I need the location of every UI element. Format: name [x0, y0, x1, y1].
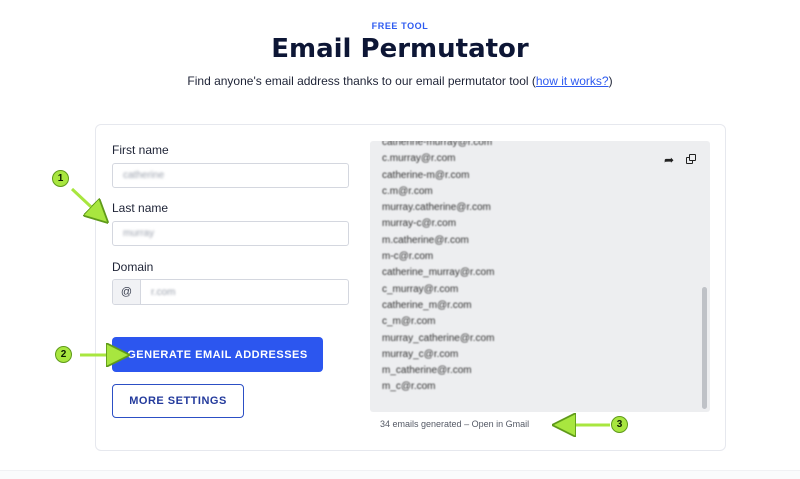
page-bottom-divider	[0, 470, 800, 479]
annotation-badge-1: 1	[52, 170, 69, 187]
annotation-arrows	[70, 187, 610, 479]
annotation-badge-2: 2	[55, 346, 72, 363]
annotation-arrow-1	[70, 187, 104, 219]
annotation-badge-3: 3	[611, 416, 628, 433]
